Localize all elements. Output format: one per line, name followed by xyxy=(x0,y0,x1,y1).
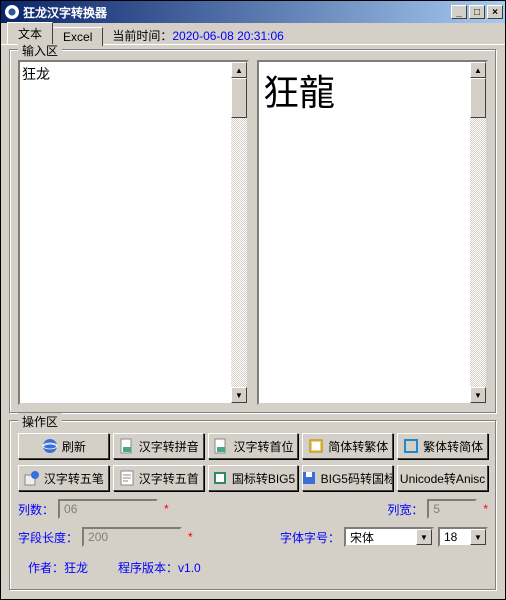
chevron-down-icon[interactable]: ▼ xyxy=(416,529,432,545)
ops-legend: 操作区 xyxy=(18,413,62,430)
colwidth-input: 5 xyxy=(427,499,477,519)
doc2-icon xyxy=(118,469,136,487)
unicode-anisc-button[interactable]: Unicode转Anisc xyxy=(397,465,488,491)
fan-jian-button[interactable]: 繁体转简体 xyxy=(397,433,488,459)
version-label: 程序版本：v1.0 xyxy=(118,559,201,576)
required-mark: * xyxy=(483,502,488,516)
big5-guobiao-button[interactable]: BIG5码转国标 xyxy=(302,465,393,491)
scroll-thumb[interactable] xyxy=(470,78,486,118)
input-textarea[interactable]: 狂龙 xyxy=(20,62,231,403)
jian-fan-button[interactable]: 简体转繁体 xyxy=(302,433,393,459)
window-title: 狂龙汉字转换器 xyxy=(23,4,451,21)
tab-bar: 文本 Excel 当前时间：2020-06-08 20:31:06 xyxy=(1,25,505,45)
hanzi-wubi-button[interactable]: 汉字转五笔 xyxy=(18,465,109,491)
scroll-down-icon[interactable]: ▼ xyxy=(231,387,247,403)
input-groupbox: 输入区 狂龙 ▲ ▼ 狂龍 ▲ ▼ xyxy=(9,49,497,414)
input-textarea-wrap: 狂龙 ▲ ▼ xyxy=(18,60,249,405)
input-legend: 输入区 xyxy=(18,42,62,59)
app-icon xyxy=(5,5,19,19)
maximize-button[interactable]: □ xyxy=(469,5,485,19)
chevron-down-icon[interactable]: ▼ xyxy=(470,529,486,545)
required-mark: * xyxy=(188,530,193,544)
doc-icon xyxy=(212,437,230,455)
output-text: 狂龍 xyxy=(259,62,470,403)
footer: 作者：狂龙 程序版本：v1.0 xyxy=(18,555,488,580)
timestamp: 当前时间：2020-06-08 20:31:06 xyxy=(112,27,283,44)
fontsize-combo[interactable]: 18 ▼ xyxy=(438,527,488,547)
ops-groupbox: 操作区 刷新 汉字转拼音 汉字转首位 简体转繁体 xyxy=(9,420,497,591)
app-window: 狂龙汉字转换器 _ □ × 文本 Excel 当前时间：2020-06-08 2… xyxy=(0,0,506,600)
guobiao-big5-button[interactable]: 国标转BIG5 xyxy=(208,465,299,491)
globe-icon xyxy=(41,437,59,455)
hanzi-pinyin-button[interactable]: 汉字转拼音 xyxy=(113,433,204,459)
cols-input: 06 xyxy=(58,499,158,519)
scroll-up-icon[interactable]: ▲ xyxy=(231,62,247,78)
disk-icon xyxy=(302,469,317,487)
author-label: 作者：狂龙 xyxy=(28,559,88,576)
book2-icon xyxy=(211,469,229,487)
scroll-down-icon[interactable]: ▼ xyxy=(470,387,486,403)
frame-icon xyxy=(402,437,420,455)
colwidth-label: 列宽： xyxy=(387,501,423,518)
refresh-button[interactable]: 刷新 xyxy=(18,433,109,459)
close-button[interactable]: × xyxy=(487,5,503,19)
doc-icon xyxy=(118,437,136,455)
titlebar[interactable]: 狂龙汉字转换器 _ □ × xyxy=(1,1,505,23)
required-mark: * xyxy=(164,502,169,516)
font-label: 字体字号： xyxy=(280,529,340,546)
book-icon xyxy=(307,437,325,455)
input-scrollbar[interactable]: ▲ ▼ xyxy=(231,62,247,403)
font-combo[interactable]: 宋体 ▼ xyxy=(344,527,434,547)
tab-text[interactable]: 文本 xyxy=(7,22,53,44)
setup-icon xyxy=(23,469,41,487)
fieldlen-label: 字段长度： xyxy=(18,529,78,546)
fieldlen-input: 200 xyxy=(82,527,182,547)
cols-label: 列数： xyxy=(18,501,54,518)
scroll-up-icon[interactable]: ▲ xyxy=(470,62,486,78)
hanzi-shouwei-button[interactable]: 汉字转首位 xyxy=(208,433,299,459)
output-textarea-wrap: 狂龍 ▲ ▼ xyxy=(257,60,488,405)
hanzi-wushou-button[interactable]: 汉字转五首 xyxy=(113,465,204,491)
minimize-button[interactable]: _ xyxy=(451,5,467,19)
scroll-thumb[interactable] xyxy=(231,78,247,118)
output-scrollbar[interactable]: ▲ ▼ xyxy=(470,62,486,403)
